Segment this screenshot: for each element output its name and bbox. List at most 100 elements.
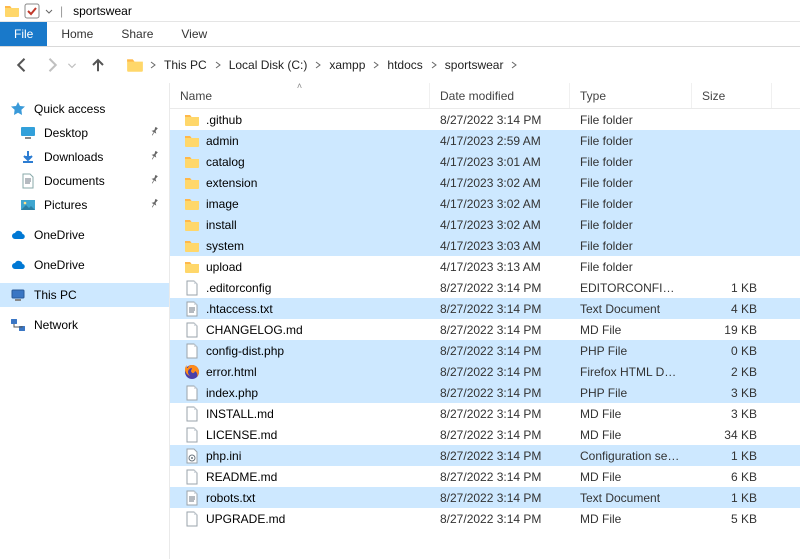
file-size: 1 KB: [692, 491, 767, 505]
folder-icon: [184, 238, 200, 254]
tab-file[interactable]: File: [0, 22, 47, 46]
column-label: Date modified: [440, 89, 514, 103]
table-row[interactable]: index.php8/27/2022 3:14 PMPHP File3 KB: [170, 382, 800, 403]
file-type: PHP File: [570, 344, 692, 358]
file-name: config-dist.php: [206, 344, 284, 358]
table-row[interactable]: robots.txt8/27/2022 3:14 PMText Document…: [170, 487, 800, 508]
file-type: File folder: [570, 134, 692, 148]
table-row[interactable]: .htaccess.txt8/27/2022 3:14 PMText Docum…: [170, 298, 800, 319]
table-row[interactable]: admin4/17/2023 2:59 AMFile folder: [170, 130, 800, 151]
table-row[interactable]: config-dist.php8/27/2022 3:14 PMPHP File…: [170, 340, 800, 361]
sidebar-desktop[interactable]: Desktop: [0, 121, 169, 145]
file-date: 8/27/2022 3:14 PM: [430, 281, 570, 295]
file-size: 1 KB: [692, 449, 767, 463]
file-name: LICENSE.md: [206, 428, 277, 442]
column-label: Type: [580, 89, 606, 103]
file-type: File folder: [570, 218, 692, 232]
sidebar-documents[interactable]: Documents: [0, 169, 169, 193]
sidebar-this-pc[interactable]: This PC: [0, 283, 169, 307]
file-name: CHANGELOG.md: [206, 323, 303, 337]
file-type: File folder: [570, 197, 692, 211]
file-size: 2 KB: [692, 365, 767, 379]
folder-icon: [184, 112, 200, 128]
column-name[interactable]: ˄ Name: [170, 83, 430, 108]
file-date: 8/27/2022 3:14 PM: [430, 323, 570, 337]
drive-icon: [126, 56, 144, 74]
table-row[interactable]: catalog4/17/2023 3:01 AMFile folder: [170, 151, 800, 172]
sidebar-network[interactable]: Network: [0, 313, 169, 337]
sidebar-quick-access[interactable]: Quick access: [0, 97, 169, 121]
file-name: .editorconfig: [206, 281, 271, 295]
forward-button[interactable]: [42, 55, 62, 75]
file-type: Text Document: [570, 302, 692, 316]
file-name: README.md: [206, 470, 277, 484]
table-row[interactable]: extension4/17/2023 3:02 AMFile folder: [170, 172, 800, 193]
sidebar-onedrive[interactable]: OneDrive: [0, 223, 169, 247]
sidebar-downloads[interactable]: Downloads: [0, 145, 169, 169]
sidebar-item-label: Desktop: [44, 126, 88, 140]
column-type[interactable]: Type: [570, 83, 692, 108]
file-name: extension: [206, 176, 257, 190]
navigation-pane[interactable]: Quick access Desktop Downloads Documents…: [0, 83, 170, 559]
sidebar-item-label: Documents: [44, 174, 105, 188]
sidebar-item-label: OneDrive: [34, 228, 85, 242]
table-row[interactable]: .editorconfig8/27/2022 3:14 PMEDITORCONF…: [170, 277, 800, 298]
table-row[interactable]: upload4/17/2023 3:13 AMFile folder: [170, 256, 800, 277]
history-dropdown[interactable]: [66, 55, 78, 75]
folder-icon: [184, 154, 200, 170]
star-icon: [10, 101, 26, 117]
crumb-current[interactable]: sportswear: [439, 54, 510, 76]
crumb-htdocs[interactable]: htdocs: [381, 54, 428, 76]
file-date: 8/27/2022 3:14 PM: [430, 491, 570, 505]
crumb-this-pc[interactable]: This PC: [158, 54, 213, 76]
file-date: 8/27/2022 3:14 PM: [430, 365, 570, 379]
crumb-drive[interactable]: Local Disk (C:): [223, 54, 314, 76]
table-row[interactable]: .github8/27/2022 3:14 PMFile folder: [170, 109, 800, 130]
table-row[interactable]: image4/17/2023 3:02 AMFile folder: [170, 193, 800, 214]
file-date: 8/27/2022 3:14 PM: [430, 386, 570, 400]
table-row[interactable]: LICENSE.md8/27/2022 3:14 PMMD File34 KB: [170, 424, 800, 445]
file-icon: [184, 511, 200, 527]
file-size: 3 KB: [692, 407, 767, 421]
tab-home[interactable]: Home: [47, 22, 107, 46]
column-date[interactable]: Date modified: [430, 83, 570, 108]
sidebar-item-label: Quick access: [34, 102, 105, 116]
sidebar-onedrive[interactable]: OneDrive: [0, 253, 169, 277]
txt-icon: [184, 490, 200, 506]
sidebar-item-label: Downloads: [44, 150, 103, 164]
up-button[interactable]: [88, 55, 108, 75]
column-size[interactable]: Size: [692, 83, 772, 108]
table-row[interactable]: php.ini8/27/2022 3:14 PMConfiguration se…: [170, 445, 800, 466]
table-row[interactable]: CHANGELOG.md8/27/2022 3:14 PMMD File19 K…: [170, 319, 800, 340]
back-button[interactable]: [12, 55, 32, 75]
table-row[interactable]: UPGRADE.md8/27/2022 3:14 PMMD File5 KB: [170, 508, 800, 529]
file-size: 4 KB: [692, 302, 767, 316]
file-type: File folder: [570, 155, 692, 169]
pin-icon: [145, 172, 162, 190]
table-row[interactable]: install4/17/2023 3:02 AMFile folder: [170, 214, 800, 235]
pc-icon: [10, 287, 26, 303]
pin-icon: [145, 124, 162, 142]
qat-dropdown-icon[interactable]: [44, 3, 54, 19]
properties-icon[interactable]: [24, 3, 40, 19]
file-type: File folder: [570, 260, 692, 274]
file-type: MD File: [570, 512, 692, 526]
file-date: 8/27/2022 3:14 PM: [430, 449, 570, 463]
file-type: MD File: [570, 470, 692, 484]
file-icon: [184, 322, 200, 338]
table-row[interactable]: system4/17/2023 3:03 AMFile folder: [170, 235, 800, 256]
crumb-xampp[interactable]: xampp: [323, 54, 371, 76]
sidebar-item-label: Pictures: [44, 198, 87, 212]
file-name: UPGRADE.md: [206, 512, 285, 526]
sort-asc-icon: ˄: [297, 81, 302, 91]
file-name: image: [206, 197, 239, 211]
table-row[interactable]: README.md8/27/2022 3:14 PMMD File6 KB: [170, 466, 800, 487]
sidebar-pictures[interactable]: Pictures: [0, 193, 169, 217]
file-list[interactable]: .github8/27/2022 3:14 PMFile folderadmin…: [170, 109, 800, 559]
table-row[interactable]: INSTALL.md8/27/2022 3:14 PMMD File3 KB: [170, 403, 800, 424]
folder-icon: [184, 196, 200, 212]
table-row[interactable]: error.html8/27/2022 3:14 PMFirefox HTML …: [170, 361, 800, 382]
file-date: 8/27/2022 3:14 PM: [430, 113, 570, 127]
file-date: 8/27/2022 3:14 PM: [430, 428, 570, 442]
file-icon: [184, 427, 200, 443]
